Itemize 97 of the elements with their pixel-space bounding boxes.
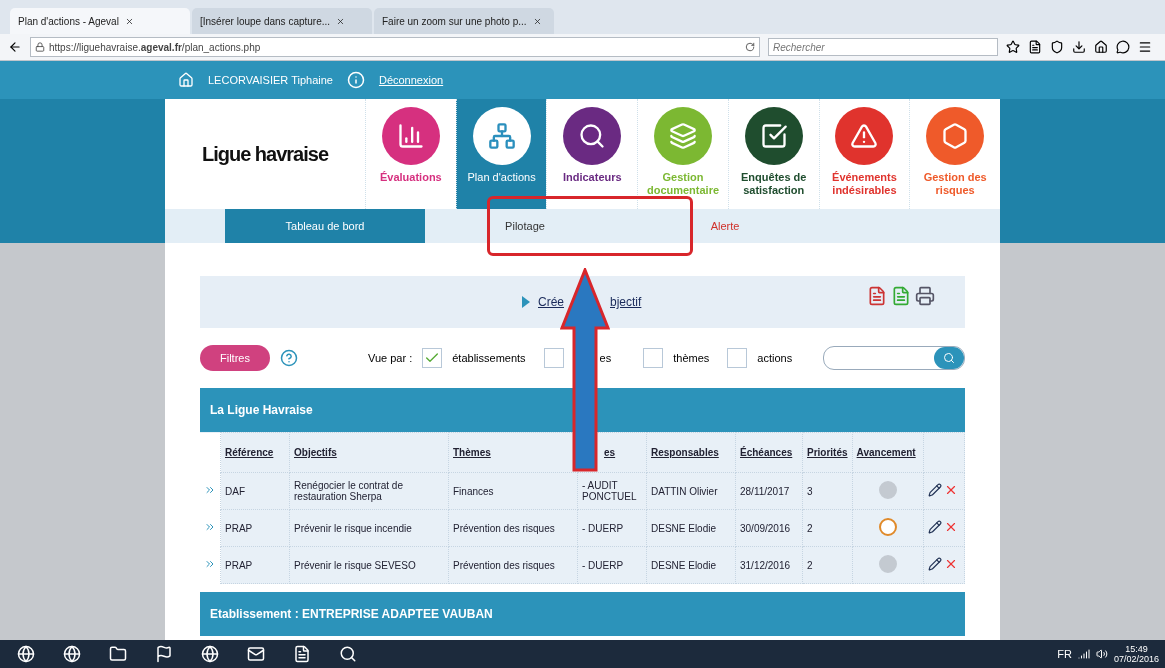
taskbar-icon[interactable]	[17, 645, 35, 663]
table-cell: PRAP	[220, 509, 290, 547]
home-icon[interactable]	[1094, 40, 1108, 54]
column-header[interactable]: Objectifs	[289, 432, 449, 473]
download-icon[interactable]	[1072, 40, 1086, 54]
column-header[interactable]: Responsables	[646, 432, 736, 473]
taskbar-icon[interactable]	[293, 645, 311, 663]
subnav-tab[interactable]: Tableau de bord	[225, 209, 425, 243]
table-cell: 28/11/2017	[735, 472, 803, 510]
edit-icon[interactable]	[927, 557, 942, 571]
reload-icon[interactable]	[745, 42, 755, 52]
table-cell: 2	[802, 509, 853, 547]
warning-icon	[850, 122, 879, 150]
taskbar-icon[interactable]	[63, 645, 81, 663]
column-header[interactable]: Référence	[220, 432, 290, 473]
edit-icon[interactable]	[927, 520, 942, 534]
table-cell: 31/12/2016	[735, 546, 803, 584]
column-header[interactable]: Priorités	[802, 432, 853, 473]
printer-icon[interactable]	[915, 286, 935, 306]
back-icon[interactable]	[8, 40, 22, 54]
checkbox-label: es	[599, 352, 612, 364]
table-cell: DAF	[220, 472, 290, 510]
checkbox-label: thèmes	[673, 352, 710, 364]
table-cell: DESNE Elodie	[646, 509, 736, 547]
clock-date: 07/02/2016	[1113, 654, 1159, 664]
checkbox-label: établissements	[452, 352, 526, 364]
table-cell: Prévention des risques	[448, 546, 578, 584]
browser-tab[interactable]: Faire un zoom sur une photo p...	[374, 8, 554, 34]
expand-icon[interactable]	[204, 558, 216, 570]
table-cell: DESNE Elodie	[646, 546, 736, 584]
taskbar-icon[interactable]	[339, 645, 357, 663]
close-icon[interactable]	[336, 16, 346, 26]
layers-icon	[669, 122, 697, 150]
column-header[interactable]: Échéances	[735, 432, 803, 473]
help-icon[interactable]	[280, 349, 298, 367]
table-cell: DATTIN Olivier	[646, 472, 736, 510]
logout-link[interactable]: Déconnexion	[378, 74, 444, 86]
create-link[interactable]: bjectif	[610, 295, 642, 309]
pdf-icon[interactable]	[867, 286, 887, 306]
table-cell: Finances	[448, 472, 578, 510]
taskbar-icon[interactable]	[109, 645, 127, 663]
play-icon	[522, 296, 530, 308]
clock-time: 15:49	[1125, 644, 1148, 654]
checkbox[interactable]	[727, 348, 748, 368]
checkbox[interactable]	[422, 348, 443, 368]
subnav-tab[interactable]: Pilotage	[425, 209, 625, 243]
table-cell: - DUERP	[577, 546, 647, 584]
table-cell: Prévenir le risque incendie	[289, 509, 449, 547]
star-icon[interactable]	[1006, 40, 1020, 54]
address-field[interactable]: https://liguehavraise.ageval.fr/plan_actions.php	[30, 37, 760, 57]
chat-icon[interactable]	[1116, 40, 1130, 54]
close-icon[interactable]	[124, 16, 134, 26]
checkbox[interactable]	[543, 348, 564, 368]
logo: Ligue havraise	[200, 141, 330, 167]
taskbar-icon[interactable]	[201, 645, 219, 663]
search-icon	[943, 352, 955, 364]
create-link[interactable]: Crée	[538, 295, 564, 309]
volume-icon	[1095, 648, 1108, 660]
table-cell: PRAP	[220, 546, 290, 584]
search-field[interactable]: Rechercher	[768, 38, 998, 56]
browser-tab[interactable]: [Insérer loupe dans capture...	[192, 8, 372, 34]
table-cell: Prévention des risques	[448, 509, 578, 547]
table-cell: 30/09/2016	[735, 509, 803, 547]
table-cell: Renégocier le contrat de restauration Sherpa	[289, 472, 449, 510]
subnav-tab[interactable]: Alerte	[625, 209, 825, 243]
browser-tab[interactable]: Plan d'actions - Ageval	[10, 8, 190, 34]
edit-icon[interactable]	[927, 483, 942, 497]
checkbox-label: actions	[757, 352, 793, 364]
view-label: Vue par :	[368, 352, 413, 364]
section-header: Etablissement : ENTREPRISE ADAPTEE VAUBAN	[200, 592, 965, 636]
table-cell: 3	[802, 472, 853, 510]
filters-button[interactable]: Filtres	[200, 345, 270, 371]
language-indicator: FR	[1057, 648, 1072, 660]
search-field[interactable]	[823, 346, 965, 370]
table-cell: Prévenir le risque SEVESO	[289, 546, 449, 584]
table-cell: 2	[802, 546, 853, 584]
checkbox[interactable]	[643, 348, 664, 368]
info-icon[interactable]	[346, 71, 365, 89]
hexagon-icon	[941, 122, 970, 150]
expand-icon[interactable]	[204, 521, 216, 533]
shield-icon[interactable]	[1050, 40, 1064, 54]
table-cell: - DUERP	[577, 509, 647, 547]
magnifier-icon	[578, 122, 607, 150]
user-name: LECORVAISIER Tiphaine	[208, 74, 333, 86]
expand-icon[interactable]	[204, 484, 216, 496]
bar-chart-icon	[396, 122, 425, 150]
taskbar-icon[interactable]	[155, 645, 173, 663]
spreadsheet-icon[interactable]	[891, 286, 911, 306]
search-button[interactable]	[934, 347, 964, 369]
section-header: La Ligue Havraise	[200, 388, 965, 432]
checkbox-icon	[759, 122, 788, 150]
menu-icon[interactable]	[1138, 40, 1152, 54]
module-tab[interactable]: Plan d'actions	[455, 99, 547, 209]
lock-icon	[35, 42, 45, 52]
column-header[interactable]: Avancement	[852, 432, 924, 473]
taskbar-icon[interactable]	[247, 645, 265, 663]
close-icon[interactable]	[532, 16, 542, 26]
